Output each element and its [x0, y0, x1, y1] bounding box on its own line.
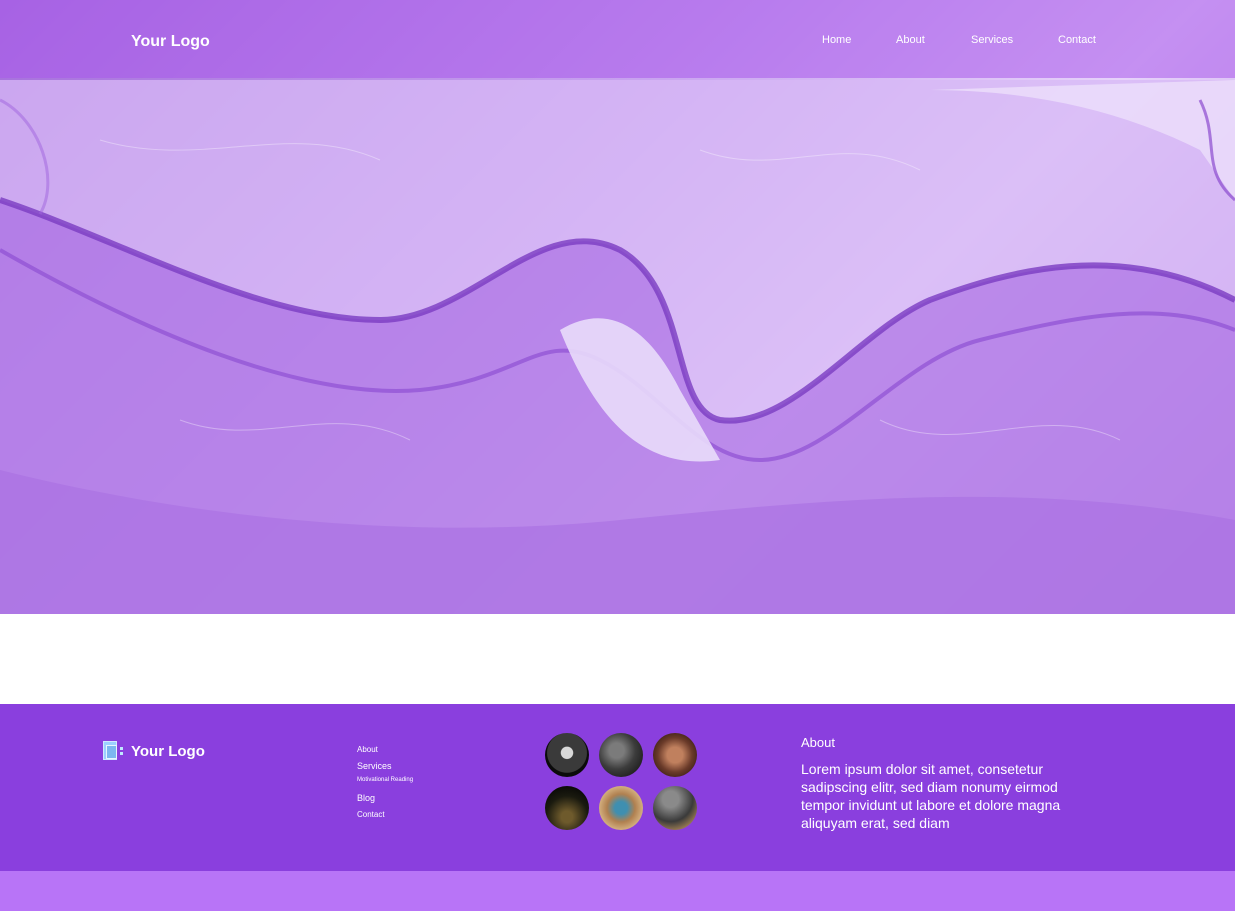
nav-services[interactable]: Services: [971, 34, 1013, 46]
gallery-photo-2[interactable]: [599, 733, 643, 777]
footer-link-blog[interactable]: Blog: [357, 793, 375, 803]
gallery-photo-1[interactable]: [545, 733, 589, 777]
footer-link-motivational-reading[interactable]: Motivational Reading: [357, 777, 413, 783]
hero-image: Your Logo Home About Services Contact: [0, 0, 1235, 614]
purple-fabric-art: [0, 80, 1235, 614]
nav-about[interactable]: About: [896, 34, 925, 46]
footer-link-services[interactable]: Services: [357, 761, 392, 771]
footer-about-title: About: [801, 735, 835, 750]
footer-link-about[interactable]: About: [357, 745, 378, 754]
footer-logo[interactable]: Your Logo: [103, 741, 205, 761]
document-icon: [103, 741, 125, 761]
header-logo[interactable]: Your Logo: [131, 33, 210, 51]
footer-about-text: Lorem ipsum dolor sit amet, consetetur s…: [801, 761, 1061, 831]
gallery-photo-4[interactable]: [545, 786, 589, 830]
footer-link-contact[interactable]: Contact: [357, 810, 385, 819]
footer-bottom-strip: [0, 871, 1235, 911]
nav-contact[interactable]: Contact: [1058, 34, 1096, 46]
nav-home[interactable]: Home: [822, 34, 851, 46]
gallery-photo-5[interactable]: [599, 786, 643, 830]
footer-logo-text: Your Logo: [131, 742, 205, 760]
gallery-photo-6[interactable]: [653, 786, 697, 830]
gallery-photo-3[interactable]: [653, 733, 697, 777]
